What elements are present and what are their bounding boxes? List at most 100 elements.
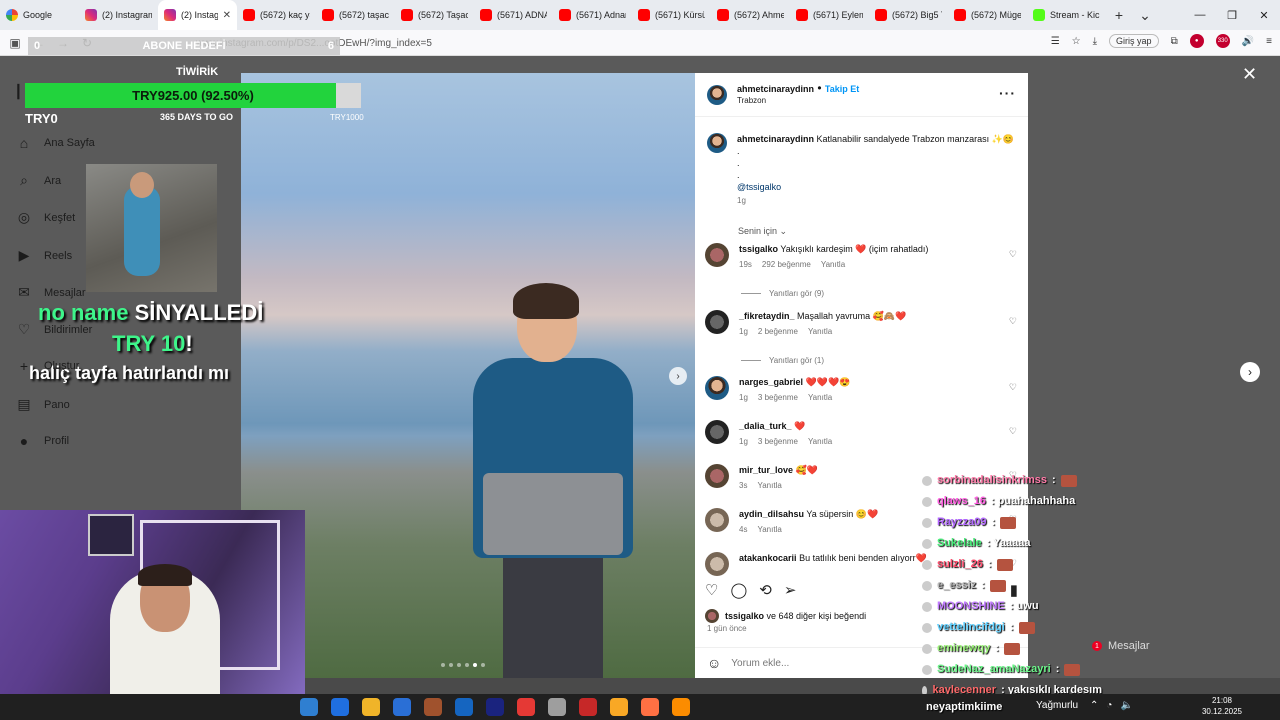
commenter-username[interactable]: _fikretaydin_ <box>739 311 795 321</box>
liker-username[interactable]: tssigalko <box>725 611 764 621</box>
sidebar-item[interactable]: + Oluştur <box>16 358 80 374</box>
comment-icon[interactable]: ◯ <box>730 581 747 599</box>
commenter-username[interactable]: atakankocarii <box>739 553 797 563</box>
tray-volume-icon[interactable]: 🔈 <box>1120 700 1132 711</box>
taskbar-folder-icon[interactable] <box>610 698 628 716</box>
sidebar-item[interactable]: ◎ Keşfet <box>16 209 75 226</box>
next-image-icon[interactable]: › <box>669 367 687 385</box>
adblock-icon[interactable]: ● <box>1189 34 1204 48</box>
taskbar-chrome-icon[interactable] <box>517 698 535 716</box>
browser-tab[interactable]: (5671) Kürsü <box>632 0 711 30</box>
sidebar-item[interactable]: ▶ Reels <box>16 247 73 264</box>
comment-likes[interactable]: 292 beğenme <box>762 259 811 271</box>
taskbar-app-icon[interactable] <box>424 698 442 716</box>
bookmark-star-icon[interactable]: ☆ <box>1072 36 1081 47</box>
sidebar-item[interactable]: ● Profil <box>16 433 69 449</box>
browser-tab[interactable]: (2) Instagra ✕ <box>158 0 237 30</box>
extensions-icon[interactable]: ⧉ <box>1171 36 1178 47</box>
reader-icon[interactable]: ☰ <box>1051 36 1060 47</box>
sidebar-item[interactable]: ✉ Mesajlar <box>16 284 85 301</box>
browser-tab[interactable]: (5672) Taşacak <box>395 0 474 30</box>
taskbar-store-icon[interactable] <box>362 698 380 716</box>
taskbar-edge2-icon[interactable] <box>331 698 349 716</box>
minimize-icon[interactable]: — <box>1184 9 1216 22</box>
view-replies-button[interactable]: Yanıtları gör (1) <box>741 356 824 365</box>
view-replies-button[interactable]: Yanıtları gör (9) <box>741 289 824 298</box>
more-options-icon[interactable]: ··· <box>999 85 1016 101</box>
download-icon[interactable]: ⤓ <box>1093 36 1097 47</box>
post-location[interactable]: Trabzon <box>737 95 859 107</box>
browser-tab[interactable]: (5671) ADNAN <box>474 0 553 30</box>
comment-like-icon[interactable]: ♡ <box>1009 316 1017 327</box>
taskbar-firefox-icon[interactable] <box>641 698 659 716</box>
comment-input[interactable]: Yorum ekle... <box>731 658 789 669</box>
caption-mention[interactable]: @tssigalko <box>737 181 1014 193</box>
browser-tab[interactable]: (5671) Eylem <box>790 0 869 30</box>
likes-text[interactable]: ve 648 diğer kişi beğendi <box>764 611 867 621</box>
sidebar-toggle-icon[interactable]: ▣ <box>8 36 22 50</box>
maximize-icon[interactable]: ❐ <box>1216 9 1248 22</box>
new-tab-icon[interactable]: + <box>1106 7 1132 23</box>
weather-widget[interactable]: Yağmurlu <box>1036 700 1078 711</box>
comment-sort-dropdown[interactable]: Senin için ⌄ <box>738 226 787 237</box>
comment-likes[interactable]: 3 beğenme <box>758 436 798 448</box>
commenter-username[interactable]: narges_gabriel <box>739 377 803 387</box>
next-post-button[interactable]: › <box>1240 362 1260 382</box>
taskbar-premiere-icon[interactable] <box>486 698 504 716</box>
comment-like-icon[interactable]: ♡ <box>1009 426 1017 437</box>
tab-list-icon[interactable]: ⌄ <box>1132 7 1158 24</box>
browser-tab[interactable]: (5672) Müge <box>948 0 1027 30</box>
sidebar-item[interactable]: ♡ Bildirimler <box>16 321 93 338</box>
sidebar-item[interactable]: ⌕ Ara <box>16 172 61 189</box>
caption-avatar[interactable] <box>707 133 727 153</box>
browser-tab[interactable]: (2) Instagram <box>79 0 158 30</box>
author-username[interactable]: ahmetcinaraydinn <box>737 84 814 94</box>
browser-tab[interactable]: (5672) taşacak <box>316 0 395 30</box>
taskbar-clock[interactable]: 21:08 30.12.2025 <box>1200 695 1244 717</box>
messages-button[interactable]: 1 Mesajlar <box>1092 640 1150 652</box>
taskbar-mail-icon[interactable] <box>393 698 411 716</box>
comment-reply[interactable]: Yanıtla <box>757 480 781 492</box>
commenter-avatar[interactable] <box>705 464 729 488</box>
menu-icon[interactable]: ≡ <box>1266 36 1272 47</box>
commenter-avatar[interactable] <box>705 243 729 267</box>
comment-like-icon[interactable]: ♡ <box>1009 382 1017 393</box>
browser-tab[interactable]: (5672) Big5 Tü <box>869 0 948 30</box>
sidebar-item[interactable]: ▤ Pano <box>16 396 69 413</box>
commenter-username[interactable]: mir_tur_love <box>739 465 793 475</box>
share-icon[interactable]: ➢ <box>784 581 797 599</box>
like-icon[interactable]: ♡ <box>705 581 718 599</box>
emoji-icon[interactable]: ☺ <box>707 655 721 671</box>
commenter-username[interactable]: aydin_dilsahsu <box>739 509 804 519</box>
signin-button[interactable]: Giriş yap <box>1109 34 1159 48</box>
tray-chevron-icon[interactable]: ⌃ <box>1090 700 1098 711</box>
close-tab-icon[interactable]: ✕ <box>223 10 231 21</box>
close-window-icon[interactable]: ✕ <box>1248 9 1280 22</box>
comment-reply[interactable]: Yanıtla <box>821 259 845 271</box>
tray-wifi-icon[interactable]: ◔ <box>1106 700 1112 711</box>
repost-icon[interactable]: ⟲ <box>759 581 772 599</box>
volume-icon[interactable]: 🔊 <box>1242 36 1254 47</box>
commenter-username[interactable]: _dalia_turk_ <box>739 421 792 431</box>
extension-badge[interactable]: 330 <box>1215 34 1230 48</box>
commenter-avatar[interactable] <box>705 552 729 576</box>
author-avatar[interactable] <box>707 84 727 105</box>
caption-username[interactable]: ahmetcinaraydinn <box>737 134 814 144</box>
follow-button[interactable]: Takip Et <box>825 84 859 94</box>
comment-reply[interactable]: Yanıtla <box>808 392 832 404</box>
taskbar-vlc-icon[interactable] <box>672 698 690 716</box>
taskbar-app3-icon[interactable] <box>548 698 566 716</box>
comment-like-icon[interactable]: ♡ <box>1009 249 1017 260</box>
taskbar-obs-icon[interactable] <box>579 698 597 716</box>
browser-tab[interactable]: (5672) Ahmet <box>711 0 790 30</box>
comment-reply[interactable]: Yanıtla <box>808 326 832 338</box>
comment-reply[interactable]: Yanıtla <box>757 524 781 536</box>
commenter-avatar[interactable] <box>705 508 729 532</box>
taskbar-app2-icon[interactable] <box>455 698 473 716</box>
commenter-avatar[interactable] <box>705 376 729 400</box>
commenter-avatar[interactable] <box>705 420 729 444</box>
comment-likes[interactable]: 2 beğenme <box>758 326 798 338</box>
browser-tab[interactable]: (5672) kaç yaş <box>237 0 316 30</box>
close-modal-icon[interactable]: ✕ <box>1242 64 1257 85</box>
browser-tab[interactable]: Google <box>0 0 79 30</box>
